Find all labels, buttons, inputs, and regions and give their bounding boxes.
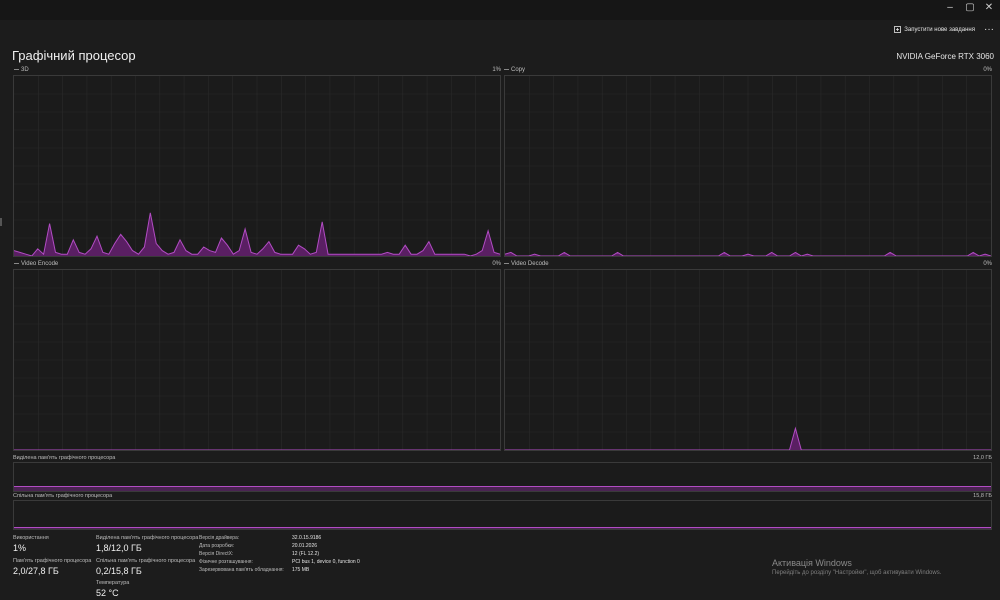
- gpu-name: NVIDIA GeForce RTX 3060: [896, 52, 994, 61]
- graph-label-video-decode[interactable]: Video Decode: [504, 261, 549, 267]
- info-value: 32.0.15.9186: [292, 535, 322, 541]
- info-key: Фізичне розташування:: [199, 559, 253, 565]
- graph-value-video-encode: 0%: [492, 261, 501, 267]
- dedicated-label: Виділена пам'ять графічного процесора: [96, 535, 199, 541]
- graph-video-decode: [504, 269, 992, 451]
- graph-value-copy: 0%: [983, 67, 992, 73]
- shared-memory-max: 15,8 ГБ: [973, 493, 992, 499]
- close-button[interactable]: ✕: [981, 2, 997, 13]
- temperature-label: Температура: [96, 580, 130, 586]
- dedicated-memory-max: 12,0 ГБ: [973, 455, 992, 461]
- shared-memory-graph: [13, 500, 992, 530]
- dedicated-memory-fill: [14, 485, 991, 491]
- graph-copy: [504, 75, 992, 257]
- minimize-button[interactable]: –: [942, 2, 958, 13]
- info-key: Версія DirectX:: [199, 551, 234, 557]
- graph-video-encode: [13, 269, 501, 451]
- chevron-down-icon: [14, 68, 19, 70]
- info-value: 12 (FL 12.2): [292, 551, 320, 557]
- graph-canvas: [14, 76, 500, 256]
- gpu-memory-value: 2,0/27,8 ГБ: [13, 566, 59, 576]
- dedicated-memory-graph: [13, 462, 992, 492]
- info-key: Зарезервована пам'ять обладнання:: [199, 567, 284, 573]
- info-value: 175 MB: [292, 567, 310, 573]
- dedicated-value: 1,8/12,0 ГБ: [96, 543, 142, 553]
- more-options-button[interactable]: ···: [984, 24, 994, 35]
- graph-canvas: [505, 76, 991, 256]
- graph-3d: [13, 75, 501, 257]
- shared-memory-fill: [14, 527, 991, 529]
- side-scroll-indicator: [0, 218, 2, 226]
- graph-label-copy[interactable]: Copy: [504, 67, 525, 73]
- chevron-down-icon: [504, 68, 509, 70]
- dedicated-memory-label: Виділена пам'ять графічного процесора: [13, 455, 116, 461]
- run-task-icon: [894, 26, 902, 33]
- chevron-down-icon: [504, 262, 509, 264]
- graph-label-video-encode[interactable]: Video Encode: [14, 261, 58, 267]
- run-new-task-button[interactable]: Запустити нове завдання: [894, 26, 975, 33]
- run-task-label: Запустити нове завдання: [904, 26, 975, 33]
- activation-watermark-title: Активація Windows: [772, 558, 852, 568]
- info-key: Версія драйвера:: [199, 535, 240, 541]
- info-key: Дата розробки:: [199, 543, 235, 549]
- shared-value: 0,2/15,8 ГБ: [96, 566, 142, 576]
- temperature-value: 52 °C: [96, 588, 119, 598]
- graph-canvas: [14, 270, 500, 450]
- usage-label: Використання: [13, 535, 49, 541]
- toolbar: Запустити нове завдання ···: [0, 20, 1000, 42]
- graph-value-video-decode: 0%: [983, 261, 992, 267]
- usage-value: 1%: [13, 543, 27, 553]
- shared-label: Спільна пам'ять графічного процесора: [96, 558, 196, 564]
- graph-value-3d: 1%: [492, 67, 501, 73]
- page-title: Графічний процесор: [12, 48, 136, 63]
- gpu-memory-label: Пам'ять графічного процесора: [13, 558, 92, 564]
- shared-memory-label: Спільна пам'ять графічного процесора: [13, 493, 113, 499]
- activation-watermark-subtitle: Перейдіть до розділу "Настройки", щоб ак…: [772, 570, 942, 576]
- info-value: 20.01.2026: [292, 543, 318, 549]
- maximize-button[interactable]: ▢: [962, 2, 978, 13]
- graph-canvas: [505, 270, 991, 450]
- graph-label-3d[interactable]: 3D: [14, 67, 29, 73]
- title-bar: – ▢ ✕: [0, 0, 1000, 20]
- chevron-down-icon: [14, 262, 19, 264]
- info-value: PCI bus 1, device 0, function 0: [292, 559, 360, 565]
